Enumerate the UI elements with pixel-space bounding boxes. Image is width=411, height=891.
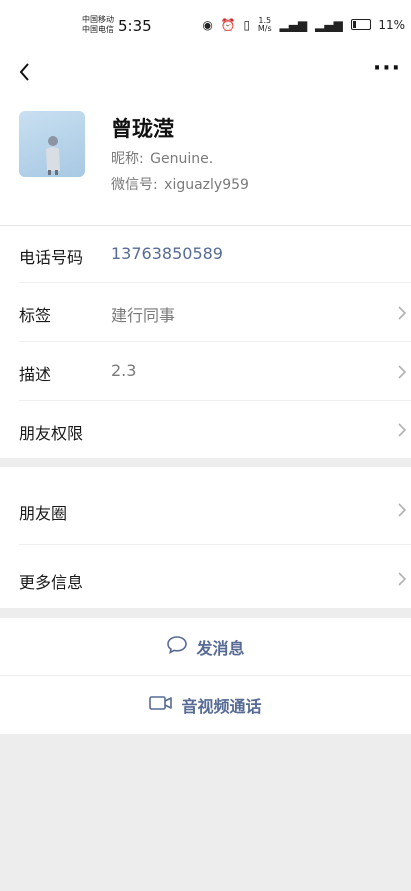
phone-row[interactable]: 电话号码 13763850589 [0, 226, 411, 283]
status-bar: 中国移动 中国电信 5:35 ◉ ⏰ ▯ 1.5 M/s ▂▄▆ ▂▄▆ 11% [0, 0, 411, 50]
status-icons: ◉ ⏰ ▯ 1.5 M/s ▂▄▆ ▂▄▆ 11% [198, 17, 405, 33]
friend-permissions-label: 朋友权限 [19, 424, 84, 443]
description-label: 描述 [19, 365, 52, 384]
tags-label: 标签 [19, 306, 52, 325]
friend-permissions-row[interactable]: 朋友权限 [0, 401, 411, 458]
video-call-label: 音视频通话 [181, 697, 262, 716]
chevron-right-icon [397, 422, 407, 438]
carrier-info: 中国移动 中国电信 [82, 15, 114, 35]
chevron-right-icon [397, 502, 407, 518]
signal-icon-1: ▂▄▆ [279, 18, 308, 32]
nickname-label: 昵称: [111, 151, 144, 167]
phone-number[interactable]: 13763850589 [111, 244, 223, 263]
alarm-icon: ⏰ [220, 18, 236, 32]
more-info-label: 更多信息 [19, 573, 84, 592]
chevron-right-icon [397, 305, 407, 321]
chat-bubble-icon [166, 635, 188, 659]
nickname-value: Genuine. [150, 151, 214, 167]
chevron-right-icon [397, 364, 407, 380]
tags-row[interactable]: 标签 建行同事 [0, 283, 411, 342]
nickname: 昵称: Genuine. [111, 148, 213, 168]
phone-label: 电话号码 [19, 248, 84, 267]
moments-label: 朋友圈 [19, 504, 68, 523]
wechat-id-value: xiguazly959 [164, 177, 249, 193]
battery-percent: 11% [378, 18, 405, 32]
wechat-id: 微信号: xiguazly959 [111, 174, 249, 194]
carrier-1: 中国移动 [82, 15, 114, 24]
more-dots-icon[interactable]: ··· [373, 56, 401, 81]
carrier-2: 中国电信 [82, 25, 114, 34]
vibrate-icon: ▯ [243, 18, 251, 32]
video-camera-icon [149, 695, 173, 715]
top-nav-bar: ··· [0, 50, 411, 100]
tags-value: 建行同事 [111, 306, 176, 325]
description-row[interactable]: 描述 2.3 [0, 342, 411, 401]
clock: 5:35 [118, 17, 152, 35]
eye-icon: ◉ [202, 18, 213, 32]
wechat-id-label: 微信号: [111, 177, 158, 193]
battery-icon [350, 19, 371, 30]
more-info-row[interactable]: 更多信息 [0, 545, 411, 608]
send-message-label: 发消息 [196, 639, 245, 658]
video-call-button[interactable]: 音视频通话 [0, 676, 411, 734]
net-speed: 1.5 M/s [257, 16, 272, 33]
profile-card: 曾珑滢 昵称: Genuine. 微信号: xiguazly959 [0, 100, 411, 226]
send-message-button[interactable]: 发消息 [0, 618, 411, 676]
moments-row[interactable]: 朋友圈 [0, 467, 411, 545]
signal-icon-2: ▂▄▆ [314, 18, 343, 32]
description-value: 2.3 [111, 361, 137, 380]
avatar[interactable] [19, 111, 85, 177]
back-chevron-icon[interactable] [14, 58, 38, 86]
chevron-right-icon [397, 571, 407, 587]
contact-name: 曾珑滢 [111, 117, 174, 141]
